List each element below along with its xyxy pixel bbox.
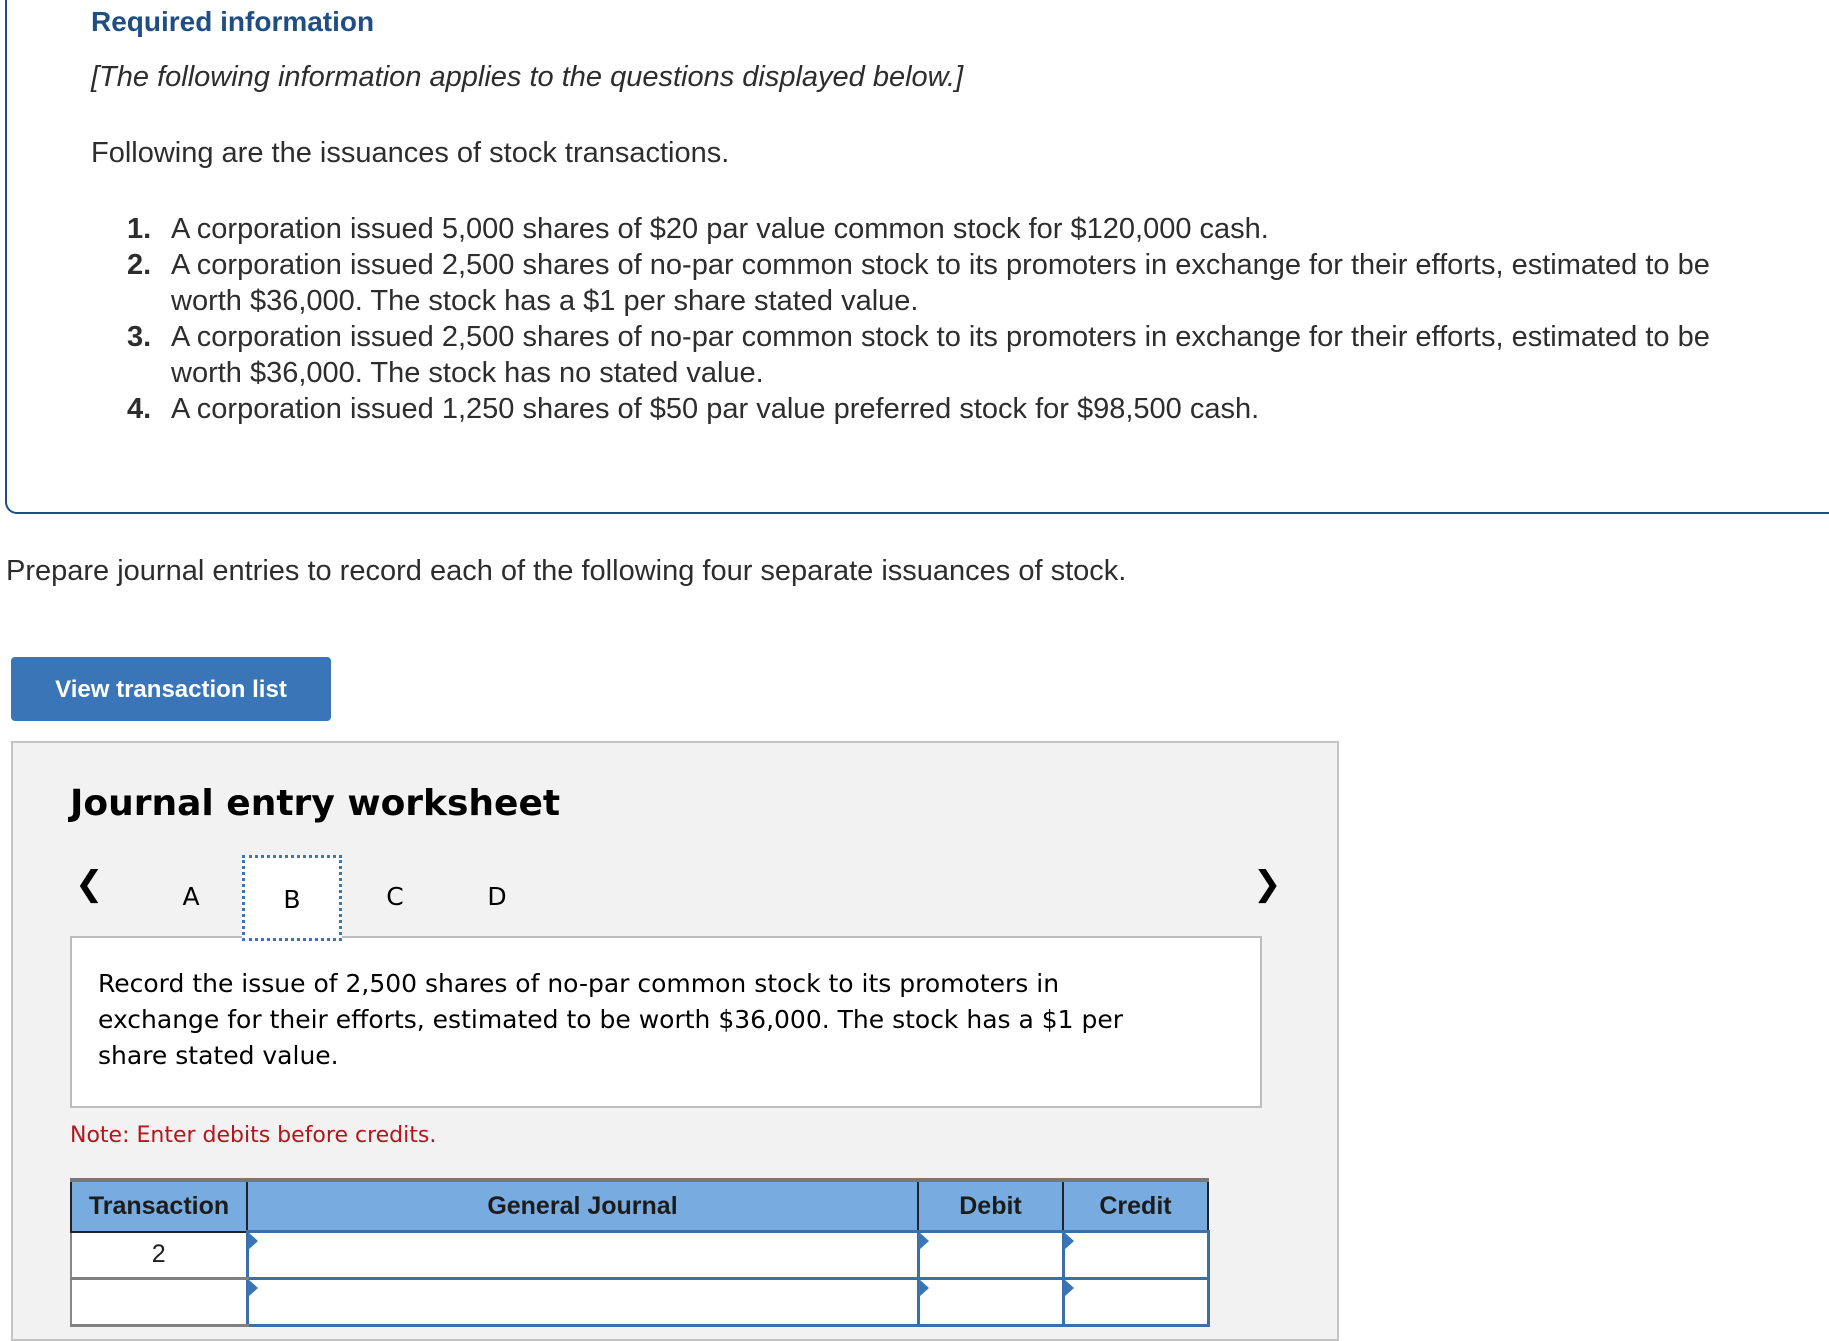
transaction-cell: 2 [70, 1231, 247, 1280]
item-number: 2. [127, 249, 152, 281]
transaction-item: 1. A corporation issued 5,000 shares of $… [125, 211, 1785, 247]
transaction-description-box: Record the issue of 2,500 shares of no-p… [70, 936, 1262, 1108]
dropdown-flag-icon [918, 1232, 929, 1250]
item-text: A corporation issued 5,000 shares of $20… [171, 213, 1269, 245]
item-text: A corporation issued 2,500 shares of no-… [171, 249, 1710, 317]
account-cell[interactable] [245, 1277, 920, 1327]
header-credit: Credit [1062, 1178, 1209, 1233]
journal-entry-worksheet-panel: Journal entry worksheet ❮ A B C D ❯ Reco… [11, 741, 1339, 1341]
general-journal-table: Transaction General Journal Debit Credit… [70, 1178, 1210, 1327]
table-row: 2 [70, 1230, 1210, 1280]
table-row [70, 1277, 1210, 1327]
tab-b[interactable]: B [242, 855, 342, 941]
tab-d[interactable]: D [447, 855, 547, 939]
item-text: A corporation issued 1,250 shares of $50… [171, 393, 1260, 425]
item-number: 3. [127, 321, 152, 353]
dropdown-flag-icon [918, 1279, 929, 1297]
item-text: A corporation issued 2,500 shares of no-… [171, 321, 1710, 389]
entry-note: Note: Enter debits before credits. [70, 1123, 437, 1148]
transaction-item: 2. A corporation issued 2,500 shares of n… [125, 247, 1785, 319]
transaction-description: Record the issue of 2,500 shares of no-p… [98, 969, 1124, 1070]
dropdown-flag-icon [247, 1279, 258, 1297]
view-transaction-list-button[interactable]: View transaction list [11, 657, 331, 721]
credit-cell[interactable] [1061, 1230, 1210, 1280]
debit-cell[interactable] [916, 1230, 1065, 1280]
transaction-item: 4. A corporation issued 1,250 shares of $… [125, 391, 1785, 427]
required-information-title: Required information [91, 6, 375, 37]
chevron-right-icon[interactable]: ❯ [1253, 864, 1282, 904]
question-instruction: Prepare journal entries to record each o… [6, 555, 1127, 587]
credit-cell[interactable] [1061, 1277, 1210, 1327]
transaction-item: 3. A corporation issued 2,500 shares of n… [125, 319, 1785, 391]
account-input[interactable] [248, 1280, 917, 1324]
chevron-left-icon[interactable]: ❮ [75, 864, 104, 904]
credit-input[interactable] [1064, 1280, 1207, 1324]
header-debit: Debit [917, 1178, 1064, 1233]
debit-cell[interactable] [916, 1277, 1065, 1327]
debit-input[interactable] [919, 1233, 1062, 1277]
required-information-intro: Following are the issuances of stock tra… [91, 137, 730, 169]
header-transaction: Transaction [70, 1178, 248, 1233]
credit-input[interactable] [1064, 1233, 1207, 1277]
account-cell[interactable] [245, 1230, 920, 1280]
account-input[interactable] [248, 1233, 917, 1277]
transaction-list: 1. A corporation issued 5,000 shares of $… [125, 211, 1785, 427]
dropdown-flag-icon [1063, 1232, 1074, 1250]
required-information-subtitle: [The following information applies to th… [91, 61, 964, 93]
worksheet-title: Journal entry worksheet [70, 783, 561, 824]
dropdown-flag-icon [1063, 1279, 1074, 1297]
item-number: 1. [127, 213, 152, 245]
tab-a[interactable]: A [141, 855, 241, 939]
header-general-journal: General Journal [246, 1178, 919, 1233]
transaction-cell [70, 1278, 247, 1327]
debit-input[interactable] [919, 1280, 1062, 1324]
dropdown-flag-icon [247, 1232, 258, 1250]
tab-c[interactable]: C [345, 855, 445, 939]
table-header-row: Transaction General Journal Debit Credit [70, 1178, 1209, 1233]
item-number: 4. [127, 393, 152, 425]
